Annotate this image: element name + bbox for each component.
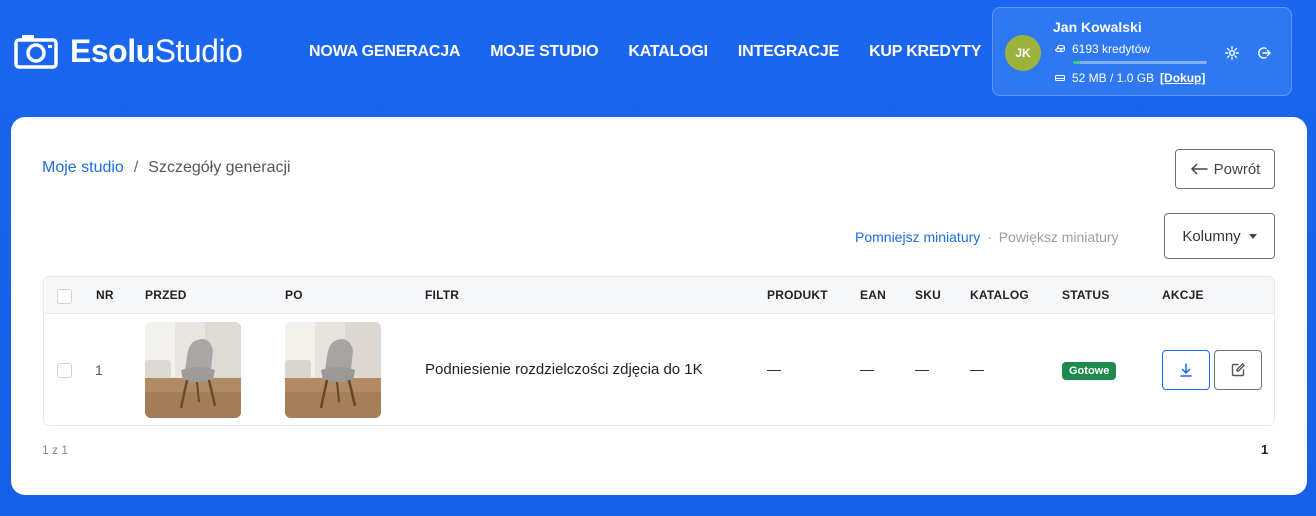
nav-new-generation[interactable]: NOWA GENERACJA	[309, 42, 460, 62]
after-thumbnail[interactable]	[285, 322, 381, 418]
nav-my-studio[interactable]: MOJE STUDIO	[490, 42, 598, 62]
camera-icon	[14, 35, 58, 69]
edit-icon	[1231, 363, 1245, 377]
select-all-checkbox[interactable]	[57, 289, 72, 304]
credits-row: 6193 kredytów	[1055, 42, 1150, 56]
shrink-thumbnails-link[interactable]: Pomniejsz miniatury	[855, 229, 980, 245]
table-row: 1 Podniesienie rozdzielczości zdjęcia do…	[44, 314, 1274, 425]
generations-table: NR PRZED PO FILTR PRODUKT EAN SKU KATALO…	[43, 276, 1275, 426]
storage-progress-bar	[1073, 61, 1207, 64]
avatar[interactable]: JK	[1005, 35, 1041, 71]
breadcrumb-current: Szczegóły generacji	[148, 159, 291, 176]
header-after: PO	[285, 288, 303, 302]
row-ean: —	[860, 361, 874, 377]
back-button[interactable]: Powrót	[1175, 149, 1275, 189]
brand-name: EsoluStudio	[70, 33, 243, 69]
row-product: —	[767, 361, 781, 377]
header-before: PRZED	[145, 288, 187, 302]
header-sku: SKU	[915, 288, 941, 302]
credits-value: 6193 kredytów	[1072, 42, 1151, 56]
storage-row: 52 MB / 1.0 GB [Dokup]	[1055, 71, 1205, 85]
topup-link[interactable]: [Dokup]	[1160, 71, 1205, 85]
status-badge: Gotowe	[1062, 362, 1117, 380]
breadcrumb: Moje studio / Szczegóły generacji	[42, 159, 291, 177]
table-header: NR PRZED PO FILTR PRODUKT EAN SKU KATALO…	[44, 277, 1274, 314]
hard-drive-icon	[1055, 75, 1065, 81]
before-thumbnail[interactable]	[145, 322, 241, 418]
caret-down-icon	[1248, 233, 1257, 239]
nav-buy-credits[interactable]: KUP KREDYTY	[869, 42, 981, 62]
logout-icon[interactable]	[1256, 45, 1272, 61]
settings-gear-icon[interactable]	[1224, 45, 1240, 61]
header-actions: AKCJE	[1162, 288, 1204, 302]
columns-button-label: Kolumny	[1182, 227, 1241, 245]
user-card: JK Jan Kowalski 6193 kredytów 52 MB / 1.…	[992, 7, 1292, 96]
thumbnail-links-separator: ·	[987, 229, 992, 245]
header-ean: EAN	[860, 288, 886, 302]
pagination-info: 1 z 1	[42, 443, 69, 457]
main-nav: NOWA GENERACJA MOJE STUDIO KATALOGI INTE…	[309, 42, 1011, 62]
storage-progress-fill	[1073, 61, 1080, 64]
enlarge-thumbnails-link[interactable]: Powiększ miniatury	[999, 229, 1119, 245]
row-number: 1	[95, 362, 103, 378]
breadcrumb-my-studio[interactable]: Moje studio	[42, 159, 124, 177]
edit-button[interactable]	[1214, 350, 1262, 390]
nav-catalogs[interactable]: KATALOGI	[628, 42, 708, 62]
download-icon	[1180, 363, 1192, 377]
generation-details-panel: Moje studio / Szczegóły generacji Powrót…	[11, 117, 1307, 495]
row-catalog: —	[970, 361, 984, 377]
arrow-left-icon	[1190, 163, 1208, 175]
storage-value: 52 MB / 1.0 GB	[1072, 71, 1155, 85]
user-name: Jan Kowalski	[1053, 19, 1142, 35]
nav-integrations[interactable]: INTEGRACJE	[738, 42, 839, 62]
thumbnail-size-controls: Pomniejsz miniatury · Powiększ miniatury	[855, 229, 1119, 245]
header-status: STATUS	[1062, 288, 1110, 302]
coins-icon	[1055, 44, 1065, 53]
breadcrumb-separator: /	[133, 159, 139, 176]
row-select-checkbox[interactable]	[57, 363, 72, 378]
header-catalog: KATALOG	[970, 288, 1029, 302]
row-filter: Podniesienie rozdzielczości zdjęcia do 1…	[425, 361, 703, 378]
brand-logo[interactable]: EsoluStudio	[14, 33, 243, 69]
header-product: PRODUKT	[767, 288, 828, 302]
row-sku: —	[915, 361, 929, 377]
back-button-label: Powrót	[1213, 160, 1261, 178]
pagination-page-1[interactable]: 1	[1261, 442, 1268, 457]
columns-dropdown-button[interactable]: Kolumny	[1164, 213, 1275, 259]
download-button[interactable]	[1162, 350, 1210, 390]
header-filter: FILTR	[425, 288, 460, 302]
header-nr: NR	[96, 288, 114, 302]
